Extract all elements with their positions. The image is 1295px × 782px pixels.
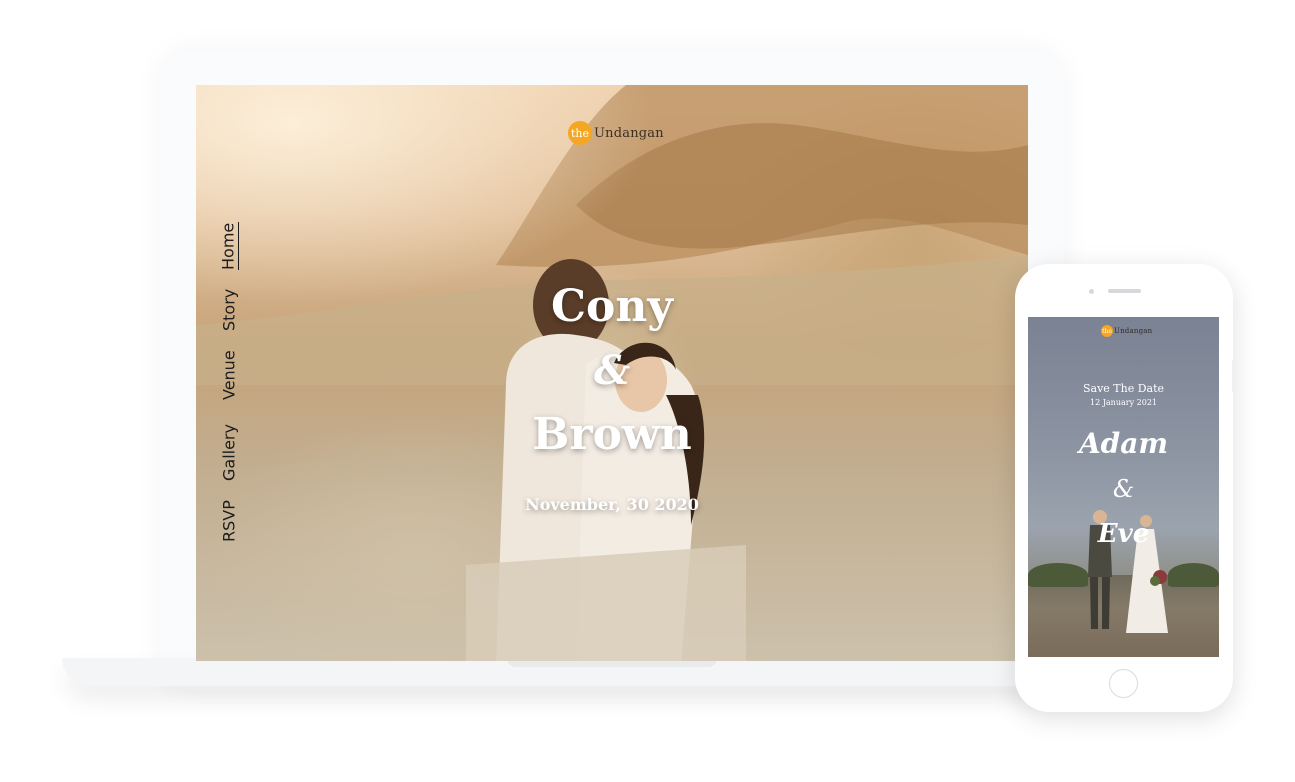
hero-date: November, 30 2020	[525, 495, 699, 514]
phone-speaker	[1108, 289, 1141, 293]
phone-site-logo[interactable]: the Undangan	[1101, 325, 1152, 337]
phone-logo-badge: the	[1101, 325, 1113, 337]
phone-name-first: Adam	[1078, 427, 1169, 460]
laptop-screen: the Undangan Home Story Venue Gallery RS…	[196, 85, 1028, 661]
nav-item-home[interactable]: Home	[216, 215, 242, 277]
logo-wordmark: Undangan	[594, 125, 664, 141]
phone-ampersand: &	[1112, 475, 1135, 503]
phone-camera-dot	[1089, 289, 1094, 294]
hero-ampersand: &	[593, 347, 631, 394]
logo-badge: the	[568, 121, 592, 145]
phone-side-button	[1232, 360, 1236, 392]
phone-logo-wordmark: Undangan	[1114, 327, 1153, 335]
phone-screen: the Undangan Save The Date 12 January 20…	[1028, 317, 1219, 657]
nav-item-home-label: Home	[218, 222, 240, 270]
phone-home-button[interactable]	[1109, 669, 1138, 698]
phone-event-date: 12 January 2021	[1089, 398, 1158, 407]
hero-name-second: Brown	[532, 409, 692, 460]
phone-name-second: Eve	[1097, 519, 1150, 549]
save-the-date-label: Save The Date	[1082, 382, 1165, 395]
site-logo[interactable]: the Undangan	[568, 121, 664, 145]
hero-name-first: Cony	[551, 281, 673, 332]
